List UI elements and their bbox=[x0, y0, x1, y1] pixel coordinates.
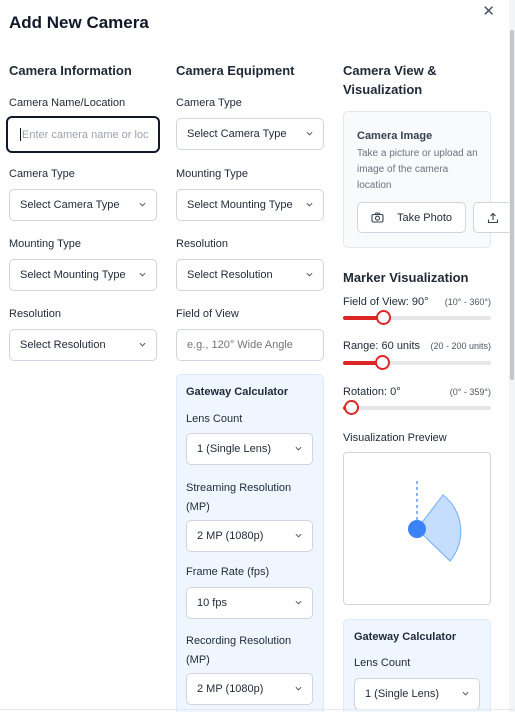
close-icon[interactable]: ✕ bbox=[482, 4, 495, 19]
chevron-down-icon bbox=[295, 533, 302, 538]
recording-resolution-label-line2: (MP) bbox=[186, 654, 210, 666]
scrollbar-thumb[interactable] bbox=[510, 30, 514, 380]
chevron-down-icon bbox=[306, 202, 313, 207]
recording-resolution-label-line1: Recording Resolution bbox=[186, 635, 292, 647]
chevron-down-icon bbox=[139, 202, 146, 207]
gateway-calculator-panel-2: Gateway Calculator Lens Count 1 (Single … bbox=[343, 619, 491, 712]
recording-resolution-value: 2 MP (1080p) bbox=[197, 683, 264, 695]
field-of-view-input[interactable] bbox=[176, 329, 324, 361]
gateway-calculator-title-2: Gateway Calculator bbox=[354, 631, 457, 643]
visualization-preview bbox=[343, 452, 491, 605]
upload-icon bbox=[487, 212, 499, 223]
recording-resolution-label: Recording Resolution (MP) bbox=[186, 632, 291, 670]
camera-image-title: Camera Image bbox=[357, 130, 433, 142]
frame-rate-value: 10 fps bbox=[197, 597, 227, 609]
range-slider-thumb[interactable] bbox=[374, 355, 390, 370]
range-slider-track[interactable] bbox=[343, 355, 491, 370]
add-camera-dialog: Add New Camera ✕ Camera Information Came… bbox=[0, 0, 515, 712]
lens-count-value-2: 1 (Single Lens) bbox=[365, 688, 439, 700]
lens-count-value: 1 (Single Lens) bbox=[197, 443, 271, 455]
scrollbar[interactable] bbox=[509, 0, 515, 712]
range-slider-label: Range: 60 units bbox=[343, 340, 421, 352]
camera-name-label: Camera Name/Location bbox=[9, 97, 126, 109]
chevron-down-icon bbox=[295, 446, 302, 451]
gateway-calculator-title: Gateway Calculator bbox=[186, 386, 289, 398]
rotation-slider-label: Rotation: 0° bbox=[343, 386, 401, 398]
lens-count-select[interactable]: 1 (Single Lens) bbox=[186, 433, 313, 465]
fov-slider-track[interactable] bbox=[343, 310, 491, 325]
camera-icon bbox=[371, 212, 384, 223]
camera-type-select[interactable]: Select Camera Type bbox=[9, 189, 157, 221]
dialog-title: Add New Camera bbox=[9, 13, 149, 32]
field-of-view-label: Field of View bbox=[176, 308, 239, 320]
chevron-down-icon bbox=[139, 272, 146, 277]
visualization-preview-label: Visualization Preview bbox=[343, 432, 447, 444]
upload-button[interactable] bbox=[473, 202, 513, 233]
camera-type-label: Camera Type bbox=[9, 168, 75, 180]
lens-count-label: Lens Count bbox=[186, 413, 243, 425]
camera-view-heading-line1: Camera View & bbox=[343, 63, 437, 78]
frame-rate-label: Frame Rate (fps) bbox=[186, 566, 270, 578]
take-photo-button[interactable]: Take Photo bbox=[357, 202, 466, 233]
chevron-down-icon bbox=[295, 686, 302, 691]
fov-slider-label: Field of View: 90° bbox=[343, 296, 429, 308]
resolution-value: Select Resolution bbox=[20, 339, 106, 351]
camera-view-heading: Camera View & Visualization bbox=[343, 61, 437, 99]
mounting-type-select[interactable]: Select Mounting Type bbox=[9, 259, 157, 291]
text-caret bbox=[20, 128, 21, 141]
gateway-calculator-panel: Gateway Calculator Lens Count 1 (Single … bbox=[176, 374, 324, 712]
camera-view-heading-line2: Visualization bbox=[343, 82, 423, 97]
streaming-resolution-value: 2 MP (1080p) bbox=[197, 530, 264, 542]
camera-information-heading: Camera Information bbox=[9, 63, 132, 78]
streaming-resolution-select[interactable]: 2 MP (1080p) bbox=[186, 520, 313, 552]
divider bbox=[0, 709, 515, 710]
camera-name-placeholder: Enter camera name or loc bbox=[22, 128, 149, 141]
rotation-slider-track[interactable] bbox=[343, 400, 491, 415]
equipment-camera-type-value: Select Camera Type bbox=[187, 128, 287, 140]
camera-marker-preview bbox=[408, 481, 462, 562]
equipment-camera-type-label: Camera Type bbox=[176, 97, 242, 109]
equipment-camera-type-select[interactable]: Select Camera Type bbox=[176, 118, 324, 150]
equipment-resolution-select[interactable]: Select Resolution bbox=[176, 259, 324, 291]
rotation-slider-range: (0° - 359°) bbox=[449, 387, 491, 397]
lens-count-select-2[interactable]: 1 (Single Lens) bbox=[354, 678, 480, 710]
frame-rate-select[interactable]: 10 fps bbox=[186, 587, 313, 619]
camera-name-input[interactable]: Enter camera name or loc bbox=[6, 116, 160, 153]
mounting-type-value: Select Mounting Type bbox=[20, 269, 126, 281]
camera-type-value: Select Camera Type bbox=[20, 199, 120, 211]
camera-image-description: Take a picture or upload an image of the… bbox=[357, 148, 478, 191]
recording-resolution-select[interactable]: 2 MP (1080p) bbox=[186, 673, 313, 705]
resolution-select[interactable]: Select Resolution bbox=[9, 329, 157, 361]
resolution-label: Resolution bbox=[9, 308, 61, 320]
streaming-resolution-label: Streaming Resolution (MP) bbox=[186, 479, 291, 517]
camera-equipment-heading: Camera Equipment bbox=[176, 63, 295, 78]
streaming-resolution-label-line2: (MP) bbox=[186, 501, 210, 513]
take-photo-label: Take Photo bbox=[397, 211, 453, 224]
chevron-down-icon bbox=[306, 272, 313, 277]
fov-slider-thumb[interactable] bbox=[375, 310, 391, 325]
equipment-mounting-type-select[interactable]: Select Mounting Type bbox=[176, 189, 324, 221]
chevron-down-icon bbox=[139, 342, 146, 347]
equipment-mounting-type-value: Select Mounting Type bbox=[187, 199, 293, 211]
fov-slider-range: (10° - 360°) bbox=[444, 297, 491, 307]
marker-visualization-heading: Marker Visualization bbox=[343, 270, 469, 285]
streaming-resolution-label-line1: Streaming Resolution bbox=[186, 482, 292, 494]
rotation-slider-thumb[interactable] bbox=[343, 400, 359, 415]
equipment-mounting-type-label: Mounting Type bbox=[176, 168, 248, 180]
camera-marker-dot bbox=[408, 520, 426, 538]
lens-count-label-2: Lens Count bbox=[354, 657, 411, 669]
chevron-down-icon bbox=[295, 600, 302, 605]
equipment-resolution-label: Resolution bbox=[176, 238, 228, 250]
chevron-down-icon bbox=[306, 131, 313, 136]
equipment-resolution-value: Select Resolution bbox=[187, 269, 273, 281]
mounting-type-label: Mounting Type bbox=[9, 238, 81, 250]
range-slider-range: (20 - 200 units) bbox=[430, 341, 491, 351]
chevron-down-icon bbox=[462, 691, 469, 696]
